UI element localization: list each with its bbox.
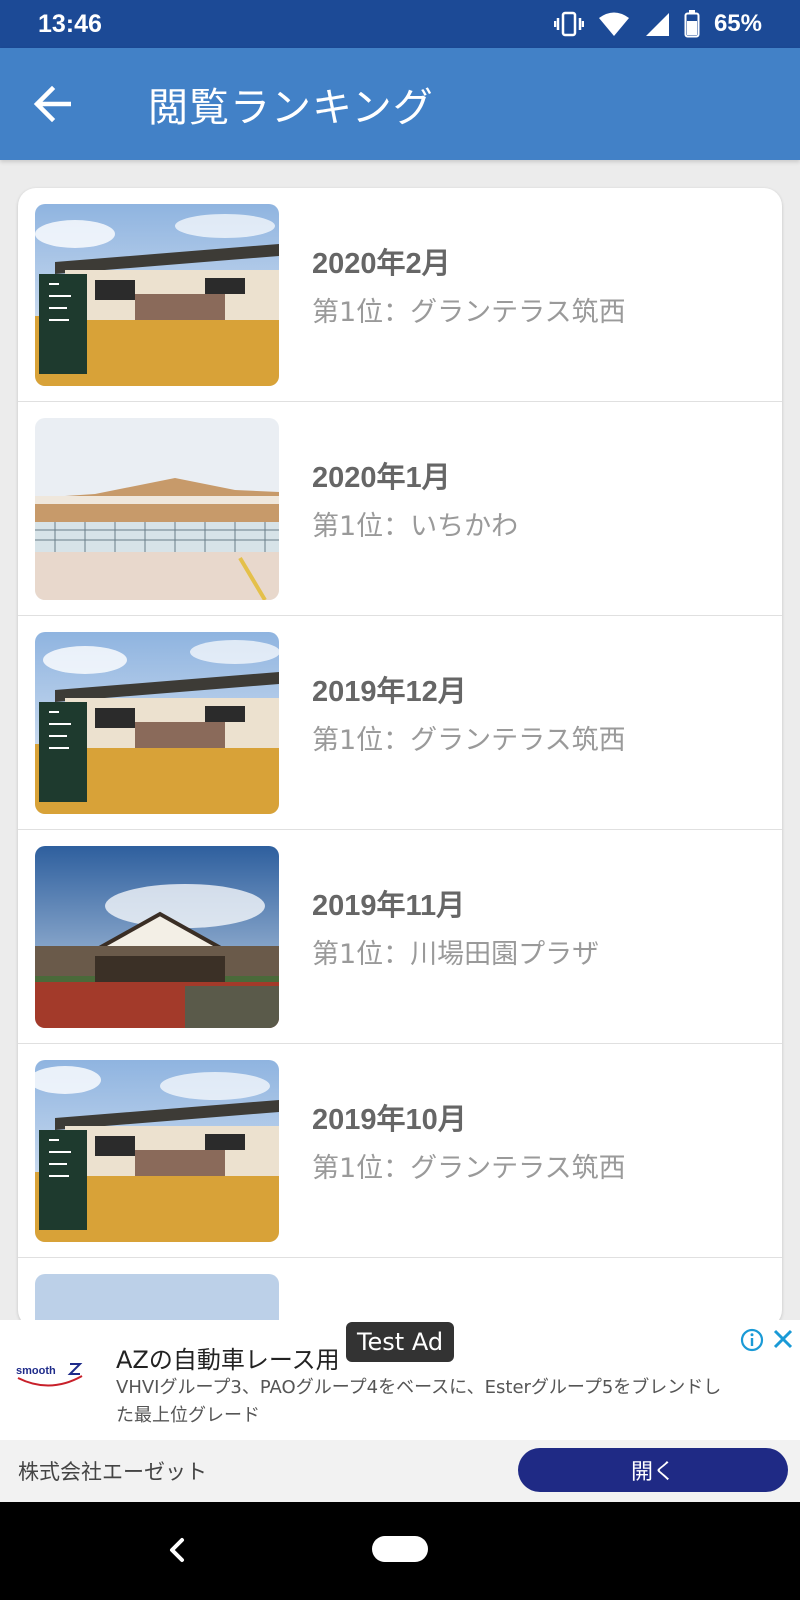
nav-back-icon[interactable] xyxy=(160,1532,196,1568)
ad-body[interactable]: VHVIグループ3、PAOグループ4をベースに、Esterグループ5をブレンドし… xyxy=(116,1374,736,1430)
page-title: 閲覧ランキング xyxy=(148,85,434,131)
ranking-top: 第1位：グランテラス筑西 xyxy=(312,725,626,756)
svg-text:smooth: smooth xyxy=(16,1365,56,1377)
status-time: 13:46 xyxy=(38,9,102,38)
ranking-top: 第1位：グランテラス筑西 xyxy=(312,1153,626,1184)
ad-logo: smooth xyxy=(14,1342,88,1402)
facility-photo xyxy=(35,1060,279,1242)
ranking-item[interactable] xyxy=(18,1258,782,1328)
ad-open-button[interactable]: 開く xyxy=(518,1448,788,1492)
ranking-item[interactable]: 2019年12月 第1位：グランテラス筑西 xyxy=(18,616,782,830)
status-bar: 13:46 65% xyxy=(0,0,800,48)
facility-photo xyxy=(35,846,279,1028)
ranking-month: 2020年1月 xyxy=(312,462,451,494)
status-icons: 65% xyxy=(553,10,762,38)
facility-photo xyxy=(35,632,279,814)
app-bar: 閲覧ランキング xyxy=(0,48,800,160)
test-ad-badge: Test Ad xyxy=(346,1322,454,1362)
battery-icon xyxy=(684,10,700,38)
ranking-month: 2019年11月 xyxy=(312,890,466,922)
ad-headline[interactable]: AZの自動車レース用 xyxy=(116,1340,340,1375)
ranking-item[interactable]: 2019年11月 第1位：川場田園プラザ xyxy=(18,830,782,1044)
ranking-item[interactable]: 2020年1月 第1位：いちかわ xyxy=(18,402,782,616)
ranking-list: 2020年2月 第1位：グランテラス筑西 2020年1月 第1位：いちかわ 20… xyxy=(18,188,782,1328)
ranking-month: 2019年12月 xyxy=(312,676,467,708)
ranking-item[interactable]: 2020年2月 第1位：グランテラス筑西 xyxy=(18,188,782,402)
ranking-item[interactable]: 2019年10月 第1位：グランテラス筑西 xyxy=(18,1044,782,1258)
facility-photo xyxy=(35,418,279,600)
ranking-top: 第1位：いちかわ xyxy=(312,511,519,542)
back-button[interactable] xyxy=(0,48,116,160)
ad-close-icon[interactable] xyxy=(770,1326,796,1352)
ranking-top: 第1位：グランテラス筑西 xyxy=(312,297,626,328)
ad-banner[interactable]: smooth AZの自動車レース用 Test Ad VHVIグループ3、PAOグ… xyxy=(0,1320,800,1502)
ranking-month: 2020年2月 xyxy=(312,248,451,280)
arrow-back-icon xyxy=(33,86,71,122)
wifi-icon xyxy=(598,12,629,36)
ranking-top: 第1位：川場田園プラザ xyxy=(312,939,600,970)
ad-info-icon[interactable] xyxy=(740,1328,764,1352)
ad-advertiser: 株式会社エーゼット xyxy=(18,1460,207,1484)
nav-home-button[interactable] xyxy=(372,1536,428,1562)
facility-photo xyxy=(35,204,279,386)
vibrate-icon xyxy=(553,11,584,37)
system-nav-bar xyxy=(0,1502,800,1600)
ad-footer: 株式会社エーゼット 開く xyxy=(0,1440,800,1502)
battery-percent: 65% xyxy=(713,10,762,37)
signal-icon xyxy=(645,13,669,36)
ranking-month: 2019年10月 xyxy=(312,1104,467,1136)
